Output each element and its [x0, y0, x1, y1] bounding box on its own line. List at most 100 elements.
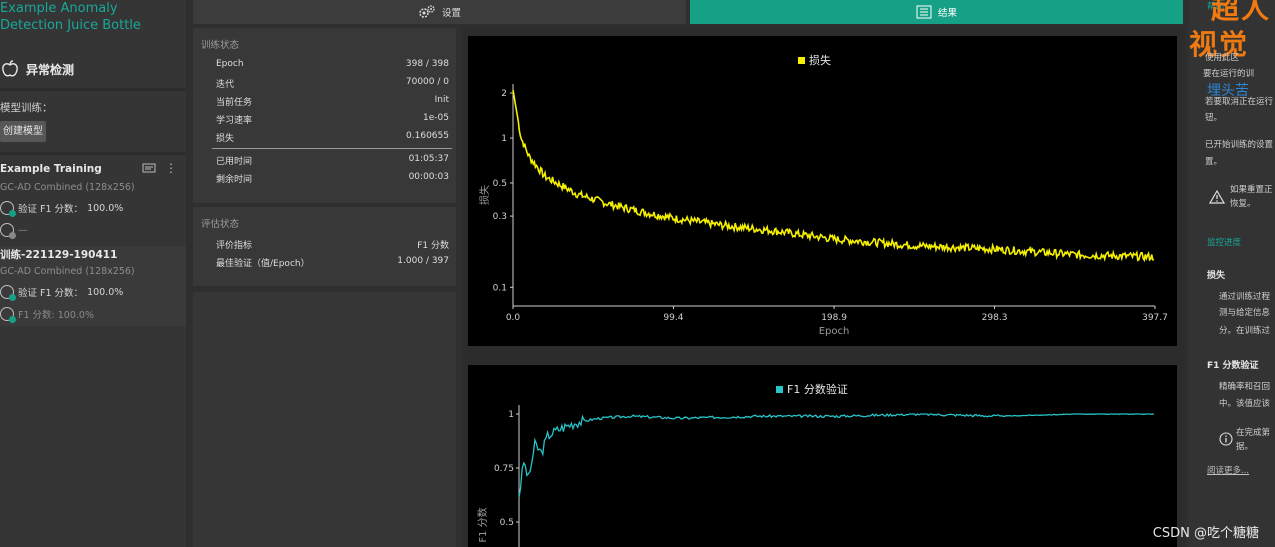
training-extra: —: [0, 223, 28, 239]
y-tick-label: 0.3: [493, 212, 507, 222]
divider: [0, 88, 186, 91]
tab-results[interactable]: 结果: [690, 0, 1183, 24]
watermark: CSDN @吃个糖糖: [1152, 526, 1259, 541]
help-text: 要在运行的训: [1203, 69, 1255, 79]
help-loss-title: 损失: [1207, 271, 1226, 281]
y-tick-label: 0.75: [494, 464, 514, 474]
status-label: 迭代: [216, 80, 235, 90]
read-more-link[interactable]: 阅读更多...: [1207, 464, 1249, 478]
status-row: 迭代 70000 / 0: [216, 77, 449, 90]
loss-chart-svg: 损失 2 1 0.5 0.3 0.1 0.0 99.4 198.9 298.3 397.7 Epoch…: [478, 53, 1168, 337]
status-value: 70000 / 0: [405, 77, 449, 87]
legend-label: F1 分数验证: [787, 382, 848, 396]
section-anomaly-detection[interactable]: 异常检测: [0, 58, 186, 80]
status-row: 最佳验证（值/Epoch） 1.000 / 397: [216, 256, 449, 269]
training-item[interactable]: Example Training ⋮ GC-AD Combined (128x2…: [0, 160, 186, 246]
status-value: Init: [434, 95, 449, 105]
tab-label: 结果: [937, 8, 957, 19]
f1-chart: F1 分数验证 1 0.75 0.5 F1 分数: [468, 365, 1177, 547]
divider: [0, 152, 186, 155]
training-status-title: 训练状态: [201, 40, 240, 51]
status-value: 1.000 / 397: [397, 256, 449, 266]
status-value: 01:05:37: [408, 154, 449, 164]
list-icon: [916, 5, 932, 19]
overlay-title-1: 超人: [1211, 0, 1272, 25]
status-ok-icon: [0, 201, 16, 217]
status-value: 0.160655: [406, 131, 449, 141]
f1-chart-svg: F1 分数验证 1 0.75 0.5 F1 分数: [476, 382, 1154, 547]
apple-icon: [2, 60, 18, 77]
warning-icon: [1209, 190, 1225, 204]
status-row: 已用时间 01:05:37: [216, 154, 449, 167]
help-text: 据。: [1236, 442, 1254, 452]
help-text: 已开始训练的设置: [1205, 140, 1274, 150]
help-f1-title: F1 分数验证: [1207, 361, 1259, 371]
legend-swatch: [798, 57, 805, 64]
loss-chart: 损失 2 1 0.5 0.3 0.1 0.0 99.4 198.9 298.3 397.7 Epoch…: [468, 36, 1177, 346]
status-label: 损失: [216, 134, 235, 144]
help-text: 恢复。: [1230, 199, 1256, 209]
training-item[interactable]: 训练-221129-190411 GC-AD Combined (128x256…: [0, 246, 186, 326]
f1-series-line: [518, 412, 1154, 499]
comment-icon[interactable]: [142, 163, 156, 175]
status-label: 当前任务: [216, 98, 253, 108]
status-row: 评价指标 F1 分数: [216, 238, 449, 251]
status-value: 00:00:03: [408, 172, 449, 182]
status-value: 398 / 398: [405, 59, 449, 69]
legend-label: 损失: [809, 53, 831, 67]
status-row: 损失 0.160655: [216, 131, 449, 144]
monitor-progress-link[interactable]: 监控进度: [1207, 236, 1241, 248]
help-pane: 帮助 超人 视觉 使用此区 要在运行的训 埋头苦 若要取消正在运行 钮。 已开始…: [1189, 0, 1275, 547]
y-axis-label: 损失: [478, 185, 491, 205]
status-label: 评价指标: [216, 241, 253, 251]
x-tick-label: 198.9: [821, 313, 847, 323]
help-text: 精确率和召回: [1219, 382, 1271, 392]
help-text: 分。在训练过: [1219, 326, 1271, 336]
training-model: GC-AD Combined (128x256): [0, 266, 135, 277]
status-ok-icon: [0, 285, 16, 301]
status-row: 学习速率 1e-05: [216, 113, 449, 126]
status-ok-icon: [0, 307, 16, 323]
training-metric: 验证 F1 分数： 100.0%: [0, 285, 123, 301]
loss-series-line: [512, 89, 1154, 263]
sidebar: Example Anomaly Detection Juice Bottle 异…: [0, 0, 186, 547]
divider: [212, 148, 452, 149]
status-value: F1 分数: [417, 241, 449, 251]
x-axis-label: Epoch: [819, 326, 850, 337]
help-text: 如果重置正: [1230, 185, 1273, 195]
x-tick-label: 0.0: [506, 313, 521, 323]
status-label: 已用时间: [216, 157, 253, 167]
more-options-icon[interactable]: ⋮: [165, 162, 177, 174]
y-tick-label: 0.1: [493, 283, 507, 293]
help-text: 测与给定信息: [1219, 308, 1271, 318]
training-extra: F1 分数: 100.0%: [0, 307, 94, 323]
y-tick-label: 2: [501, 89, 507, 99]
eval-status-title: 评估状态: [201, 219, 240, 230]
y-tick-label: 0.5: [493, 179, 507, 189]
training-model: GC-AD Combined (128x256): [0, 182, 135, 193]
y-tick-label: 1: [501, 134, 507, 144]
tab-settings[interactable]: 设置: [193, 0, 686, 24]
status-pending-icon: [0, 223, 16, 239]
y-tick-label: 0.5: [500, 518, 514, 528]
training-name: 训练-221129-190411: [0, 249, 118, 261]
x-tick-label: 298.3: [982, 313, 1008, 323]
help-text: 若要取消正在运行: [1205, 97, 1274, 107]
status-row: 当前任务 Init: [216, 95, 449, 108]
x-tick-label: 99.4: [663, 313, 683, 323]
status-value: 1e-05: [423, 113, 449, 123]
tab-label: 设置: [441, 8, 461, 19]
status-row: 剩余时间 00:00:03: [216, 172, 449, 185]
y-tick-label: 1: [508, 410, 514, 420]
help-text: 在完成第: [1236, 428, 1271, 438]
status-row: Epoch 398 / 398: [216, 59, 449, 69]
help-text: 置。: [1205, 157, 1223, 167]
status-label: 学习速率: [216, 116, 253, 126]
training-name: Example Training: [0, 163, 102, 175]
project-title: Example Anomaly Detection Juice Bottle: [0, 1, 141, 33]
create-model-button[interactable]: 创建模型: [0, 121, 46, 142]
help-text: 使用此区: [1205, 53, 1240, 63]
help-text: 钮。: [1205, 113, 1223, 123]
help-text: 通过训练过程: [1219, 292, 1271, 302]
legend-swatch: [776, 386, 783, 393]
